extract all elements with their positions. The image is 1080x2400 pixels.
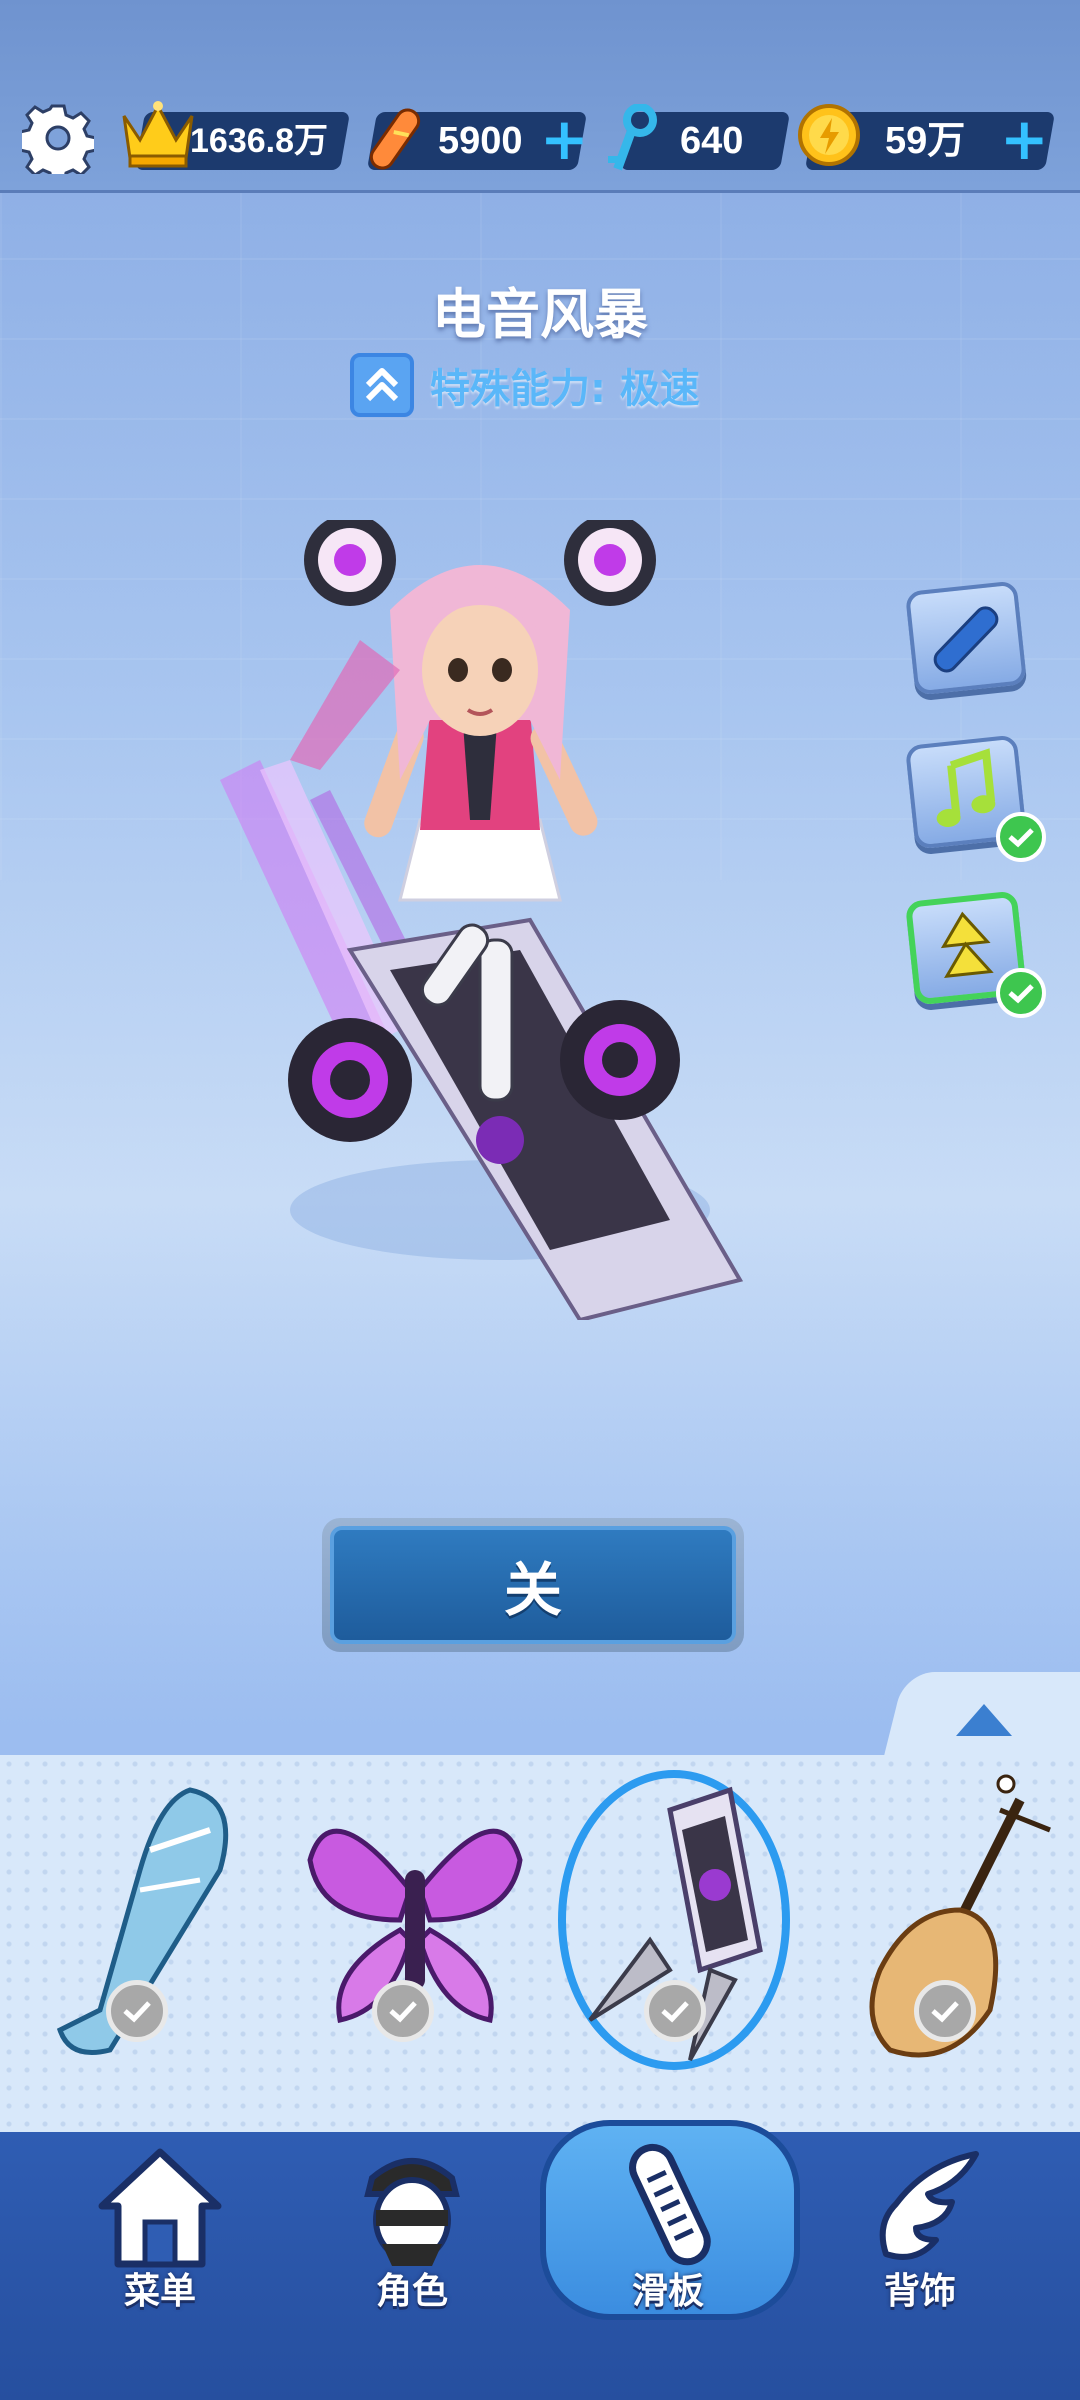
- hoverboard-icon: [369, 108, 421, 170]
- character-head-icon: [364, 2158, 460, 2266]
- hoverboard-add-button[interactable]: +: [540, 110, 589, 168]
- coin-add-button[interactable]: +: [1000, 110, 1049, 168]
- coin-value: 59万: [885, 120, 966, 162]
- nav-menu[interactable]: 菜单: [60, 2140, 260, 2312]
- home-icon: [98, 2148, 222, 2268]
- nav-accessory-label: 背饰: [883, 2271, 956, 2312]
- ability-check-icon: [996, 968, 1046, 1018]
- close-button-label: 关: [330, 1526, 736, 1644]
- whale-owned-check-icon: [106, 1980, 168, 2042]
- nav-character[interactable]: 角色: [312, 2140, 512, 2312]
- nav-accessory[interactable]: 背饰: [820, 2140, 1020, 2312]
- butterfly-owned-check-icon: [372, 1980, 434, 2042]
- expand-up-arrow-icon[interactable]: [956, 1704, 1012, 1736]
- trophy-value: 1636.8万: [190, 122, 328, 160]
- speed-chevron-icon: [350, 353, 414, 417]
- ability-label: 特殊能力: 极速: [430, 366, 700, 412]
- nav-board[interactable]: 滑板: [568, 2140, 768, 2312]
- settings-gear-icon[interactable]: [22, 102, 94, 174]
- pipa-owned-check-icon: [914, 1980, 976, 2042]
- wing-icon: [879, 2151, 979, 2260]
- close-button[interactable]: 关: [322, 1518, 744, 1652]
- character-on-hoverboard: [220, 520, 744, 1320]
- special-ability: 特殊能力: 极速: [350, 350, 700, 420]
- hoverboard-value: 5900: [438, 120, 523, 162]
- music-check-icon: [996, 812, 1046, 862]
- key-icon: [608, 104, 657, 171]
- nav-menu-label: 菜单: [123, 2271, 196, 2312]
- nav-board-label: 滑板: [631, 2271, 704, 2312]
- coin-icon: [798, 104, 860, 166]
- crown-icon: [122, 101, 194, 168]
- key-value: 640: [680, 120, 744, 162]
- skateboard-icon: [629, 2143, 711, 2266]
- board-icon: [933, 606, 999, 673]
- electro-owned-check-icon: [644, 1980, 706, 2042]
- board-style-button[interactable]: [904, 580, 1028, 696]
- nav-character-label: 角色: [375, 2271, 448, 2312]
- board-name: 电音风暴: [432, 283, 648, 346]
